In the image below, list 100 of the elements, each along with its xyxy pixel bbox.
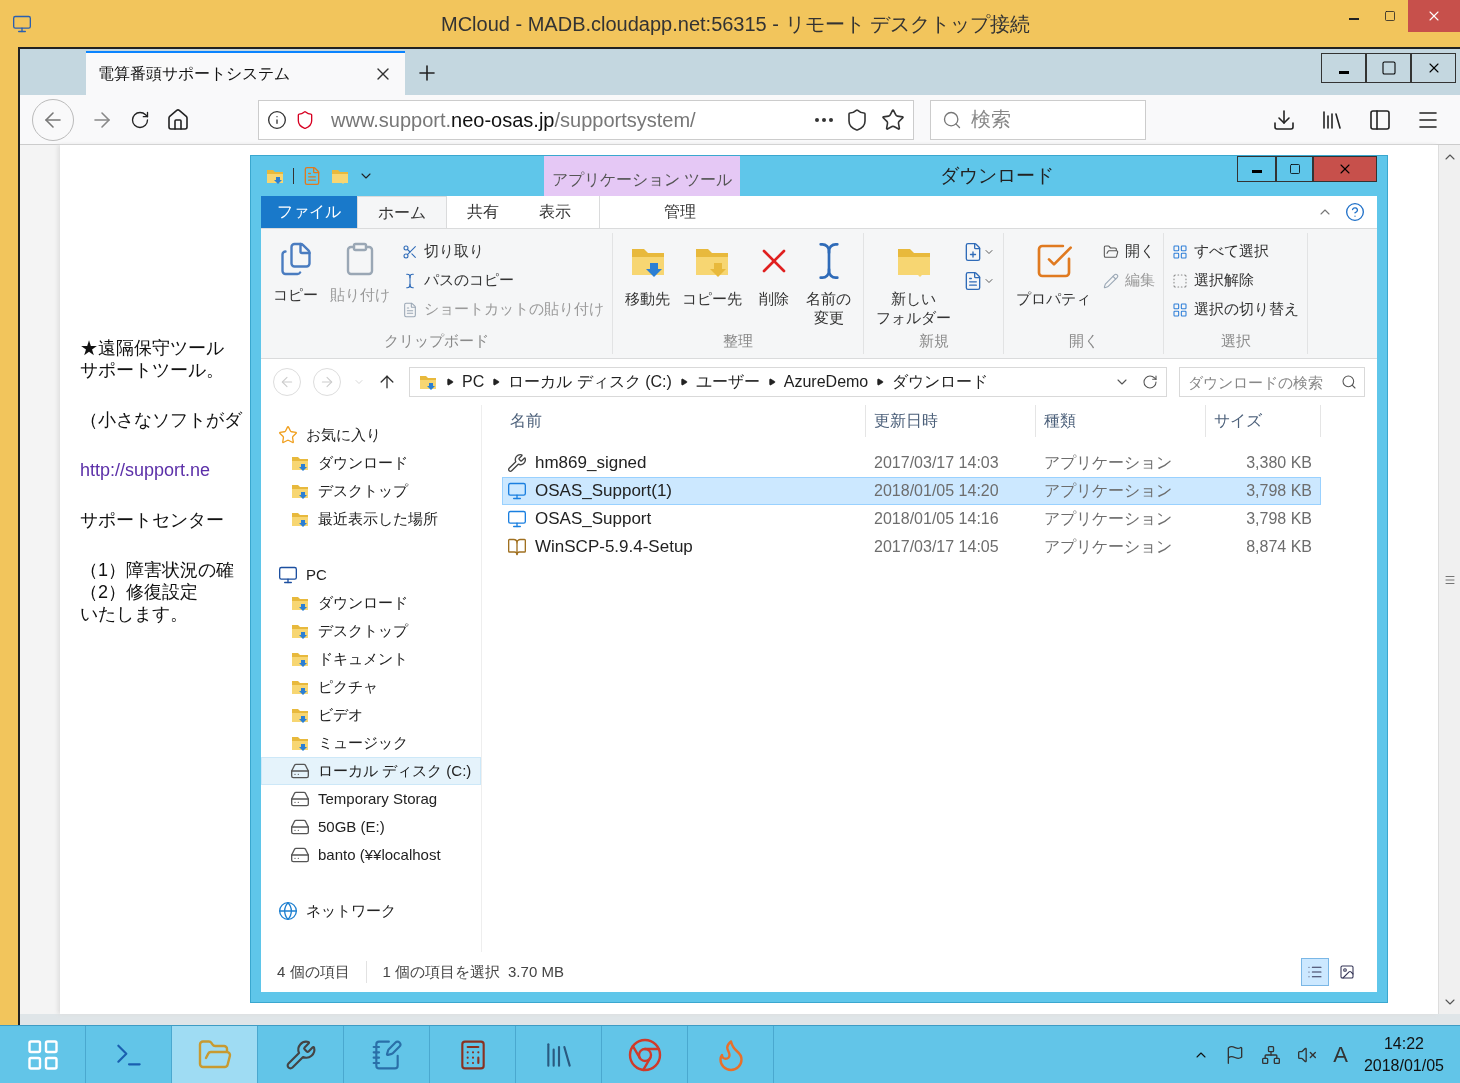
maximize-button[interactable]: [1366, 53, 1411, 83]
maximize-icon: [1380, 60, 1397, 76]
link[interactable]: http://support.ne: [80, 459, 211, 481]
breadcrumb-item[interactable]: AzureDemo: [783, 370, 869, 394]
table-cell-text: アプリケーション: [1042, 453, 1173, 473]
nav-item[interactable]: PC: [261, 561, 481, 589]
ribbon-tab[interactable]: 管理: [599, 196, 760, 228]
minimize-icon: [1251, 170, 1262, 173]
nav-item[interactable]: banto (¥¥localhost: [261, 841, 481, 869]
edit-icon: [1103, 272, 1119, 289]
breadcrumb-arrow-icon: [876, 378, 885, 386]
ribbon-button[interactable]: コピー先: [678, 237, 746, 327]
nav-item[interactable]: デスクトップ: [261, 617, 481, 645]
download-icon: [1272, 107, 1296, 132]
nav-item[interactable]: デスクトップ: [261, 477, 481, 505]
table-cell-text: 3,380 KB: [1245, 453, 1313, 473]
home-icon: [166, 107, 190, 132]
url-text: www.support.neo-osas.jp/supportsystem/: [331, 107, 696, 133]
breadcrumb-arrow-icon: [767, 378, 776, 386]
clock-time[interactable]: 14:22: [1383, 1032, 1424, 1055]
breadcrumb-item[interactable]: PC: [462, 370, 485, 394]
ribbon-tab[interactable]: 表示: [519, 196, 591, 228]
address-bar[interactable]: PC ローカル ディスク (C:) ユーザー AzureDemo ダウンロード: [409, 367, 1167, 397]
nav-item[interactable]: ダウンロード: [261, 589, 481, 617]
ribbon-button[interactable]: 移動先: [621, 237, 674, 327]
nav-item[interactable]: ローカル ディスク (C:): [261, 757, 481, 785]
computer-icon: [278, 565, 298, 585]
table-cell-text: 2017/03/17 14:03: [873, 453, 1000, 473]
breadcrumb-item[interactable]: ダウンロード: [892, 370, 989, 394]
nav-item[interactable]: Temporary Storag: [261, 785, 481, 813]
minimize-button[interactable]: [1321, 53, 1366, 83]
ribbon-button[interactable]: 削除: [750, 237, 798, 327]
column-header[interactable]: 種類: [1036, 405, 1206, 437]
select-all-icon: [1172, 243, 1188, 260]
nav-item[interactable]: ピクチャ: [261, 673, 481, 701]
file-row[interactable]: OSAS_Support 2018/01/05 14:16 アプリケーション 3,798 KB: [502, 505, 1321, 533]
scissors-icon: [402, 243, 418, 260]
ribbon-button[interactable]: すべて選択: [1172, 237, 1299, 266]
ribbon-button[interactable]: 新しい フォルダー: [872, 237, 955, 327]
ribbon-tab[interactable]: ファイル: [261, 196, 357, 228]
search-field[interactable]: 検索: [930, 99, 1146, 140]
nav-item[interactable]: ドキュメント: [261, 645, 481, 673]
ribbon-button[interactable]: 名前の 変更: [802, 237, 855, 327]
ribbon-button[interactable]: 選択解除: [1172, 266, 1299, 295]
file-row[interactable]: OSAS_Support(1) 2018/01/05 14:20 アプリケーション 3,798 KB: [502, 477, 1321, 505]
table-cell-text: 2017/03/17 14:05: [873, 537, 1000, 557]
search-icon: [1341, 374, 1357, 390]
table-cell: hm869_signed: [503, 450, 867, 476]
search-field[interactable]: ダウンロードの検索: [1179, 367, 1365, 397]
info-icon: [267, 109, 287, 130]
nav-item[interactable]: お気に入り: [261, 421, 481, 449]
breadcrumb-item[interactable]: ユーザー: [695, 370, 760, 394]
ribbon-button[interactable]: プロパティ: [1012, 237, 1095, 308]
back-icon: [279, 374, 295, 390]
nav-item[interactable]: ネットワーク: [261, 897, 481, 925]
column-header[interactable]: 更新日時: [866, 405, 1036, 437]
nav-item[interactable]: 50GB (E:): [261, 813, 481, 841]
context-tab-label: アプリケーション ツール: [544, 156, 741, 196]
nav-item[interactable]: ダウンロード: [261, 449, 481, 477]
ribbon-tab[interactable]: 共有: [447, 196, 519, 228]
minimize-button[interactable]: [1237, 156, 1276, 182]
view-button[interactable]: [1301, 958, 1329, 986]
column-header[interactable]: 名前: [502, 405, 866, 437]
file-row[interactable]: WinSCP-5.9.4-Setup 2017/03/17 14:05 アプリケーション 8,874 KB: [502, 533, 1321, 561]
ribbon-tab[interactable]: ホーム: [357, 196, 447, 228]
clock-date[interactable]: 2018/01/05: [1363, 1054, 1444, 1077]
table-cell: OSAS_Support: [503, 506, 867, 532]
drive-icon: [290, 789, 310, 809]
scrollbar[interactable]: [1438, 145, 1460, 1014]
browser-tab[interactable]: 電算番頭サポートシステム: [86, 51, 405, 95]
column-header[interactable]: サイズ: [1206, 405, 1321, 437]
status-count: 4 個の項目: [277, 960, 367, 984]
open-icon: [1103, 243, 1119, 260]
file-row[interactable]: hm869_signed 2017/03/17 14:03 アプリケーション 3,380 KB: [502, 449, 1321, 477]
close-button[interactable]: [1411, 53, 1456, 83]
url-bar[interactable]: www.support.neo-osas.jp/supportsystem/: [258, 99, 914, 140]
table-cell-text: 3,798 KB: [1245, 509, 1313, 529]
ime-indicator[interactable]: A: [1333, 1038, 1348, 1071]
ribbon-button[interactable]: コピー: [269, 237, 322, 304]
drive-icon: [290, 761, 310, 781]
help-icon: [1345, 202, 1365, 222]
table-cell-text: 8,874 KB: [1245, 537, 1313, 557]
window-title: ダウンロード: [940, 163, 1055, 188]
drive-icon: [290, 817, 310, 837]
maximize-button[interactable]: [1276, 156, 1313, 182]
nav-item[interactable]: 最近表示した場所: [261, 505, 481, 533]
nav-item[interactable]: ミュージック: [261, 729, 481, 757]
breadcrumb-item[interactable]: ローカル ディスク (C:): [508, 370, 672, 394]
ribbon-button[interactable]: 選択の切り替え: [1172, 295, 1299, 324]
ribbon-button[interactable]: 開く: [1103, 237, 1155, 266]
nav-item[interactable]: ビデオ: [261, 701, 481, 729]
scroll-grip-icon: [1443, 573, 1456, 586]
ribbon-button[interactable]: 切り取り: [402, 237, 604, 266]
table-cell-text: アプリケーション: [1042, 509, 1173, 529]
group-label: 選択: [1220, 331, 1251, 351]
bookmark-star-icon: [881, 107, 905, 132]
ribbon-button[interactable]: パスのコピー: [402, 266, 604, 295]
network-icon: [1261, 1044, 1282, 1065]
status-selection: 1 個の項目を選択: [381, 961, 501, 982]
minimize-icon: [1349, 18, 1359, 20]
